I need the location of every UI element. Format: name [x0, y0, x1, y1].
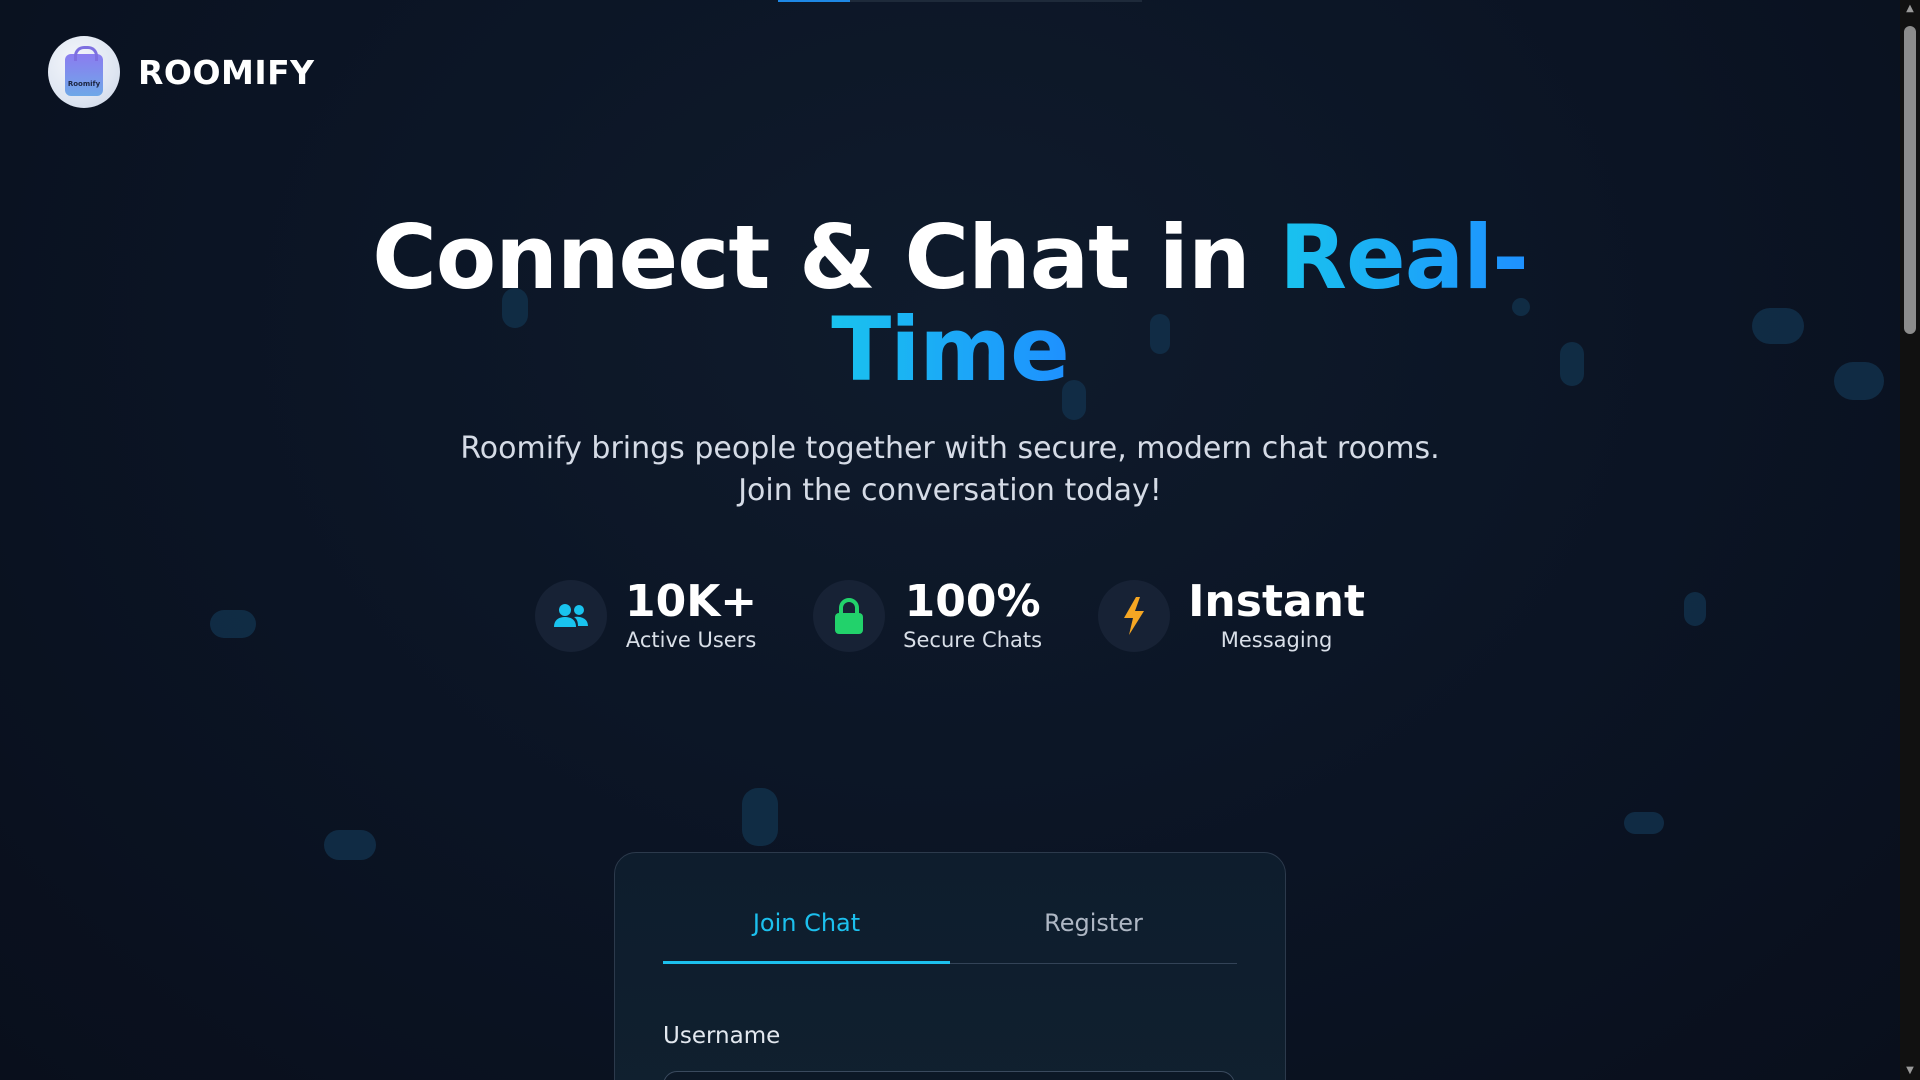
stat-active-users: 10K+ Active Users: [534, 576, 758, 654]
hero-subtitle-line2: Join the conversation today!: [738, 473, 1162, 508]
username-input[interactable]: [663, 1071, 1235, 1080]
logo-icon: Roomify: [48, 36, 120, 108]
landing-page: Roomify ROOMIFY Connect & Chat in Real- …: [0, 0, 1900, 1080]
stat-label: Active Users: [625, 628, 757, 652]
stat-instant-messaging: Instant Messaging: [1098, 578, 1365, 654]
brand-name: ROOMIFY: [138, 52, 315, 92]
hero-title-main: Connect & Chat in: [372, 206, 1280, 309]
lightning-icon: [1098, 580, 1171, 652]
logo-badge-text: Roomify: [67, 80, 101, 88]
hero-title: Connect & Chat in Real- Time: [0, 212, 1900, 396]
decorative-bubble: [1624, 812, 1664, 834]
hero-subtitle-line1: Roomify brings people together with secu…: [460, 431, 1440, 466]
page-scrollbar[interactable]: ▲ ▼: [1900, 0, 1920, 1080]
lock-icon: [813, 580, 886, 652]
stats-row: 10K+ Active Users 100% Secure Chats Inst…: [0, 578, 1900, 654]
stat-label: Secure Chats: [903, 628, 1043, 652]
users-icon: [534, 580, 607, 652]
auth-tabs: Join Chat Register: [663, 903, 1237, 964]
stat-secure-chats: 100% Secure Chats: [813, 578, 1042, 654]
decorative-bubble: [742, 788, 778, 846]
tab-join-chat[interactable]: Join Chat: [663, 903, 950, 964]
stat-label: Messaging: [1220, 628, 1333, 652]
brand-logo[interactable]: Roomify ROOMIFY: [48, 36, 315, 108]
scroll-down-arrow-icon[interactable]: ▼: [1900, 1062, 1920, 1080]
hero-title-accent-2: Time: [831, 298, 1070, 401]
auth-card: Join Chat Register Username: [614, 852, 1286, 1080]
stat-value: 100%: [904, 576, 1041, 627]
decorative-bubble: [324, 830, 376, 860]
scroll-thumb[interactable]: [1904, 26, 1916, 334]
top-loading-bar: [778, 0, 1142, 2]
hero-subtitle: Roomify brings people together with secu…: [0, 428, 1900, 512]
username-label: Username: [663, 1023, 781, 1049]
stat-value: 10K+: [624, 576, 758, 627]
stat-value: Instant: [1188, 576, 1366, 627]
hero-title-accent-1: Real-: [1279, 206, 1529, 309]
tab-register[interactable]: Register: [950, 903, 1237, 963]
scroll-up-arrow-icon[interactable]: ▲: [1900, 0, 1920, 18]
